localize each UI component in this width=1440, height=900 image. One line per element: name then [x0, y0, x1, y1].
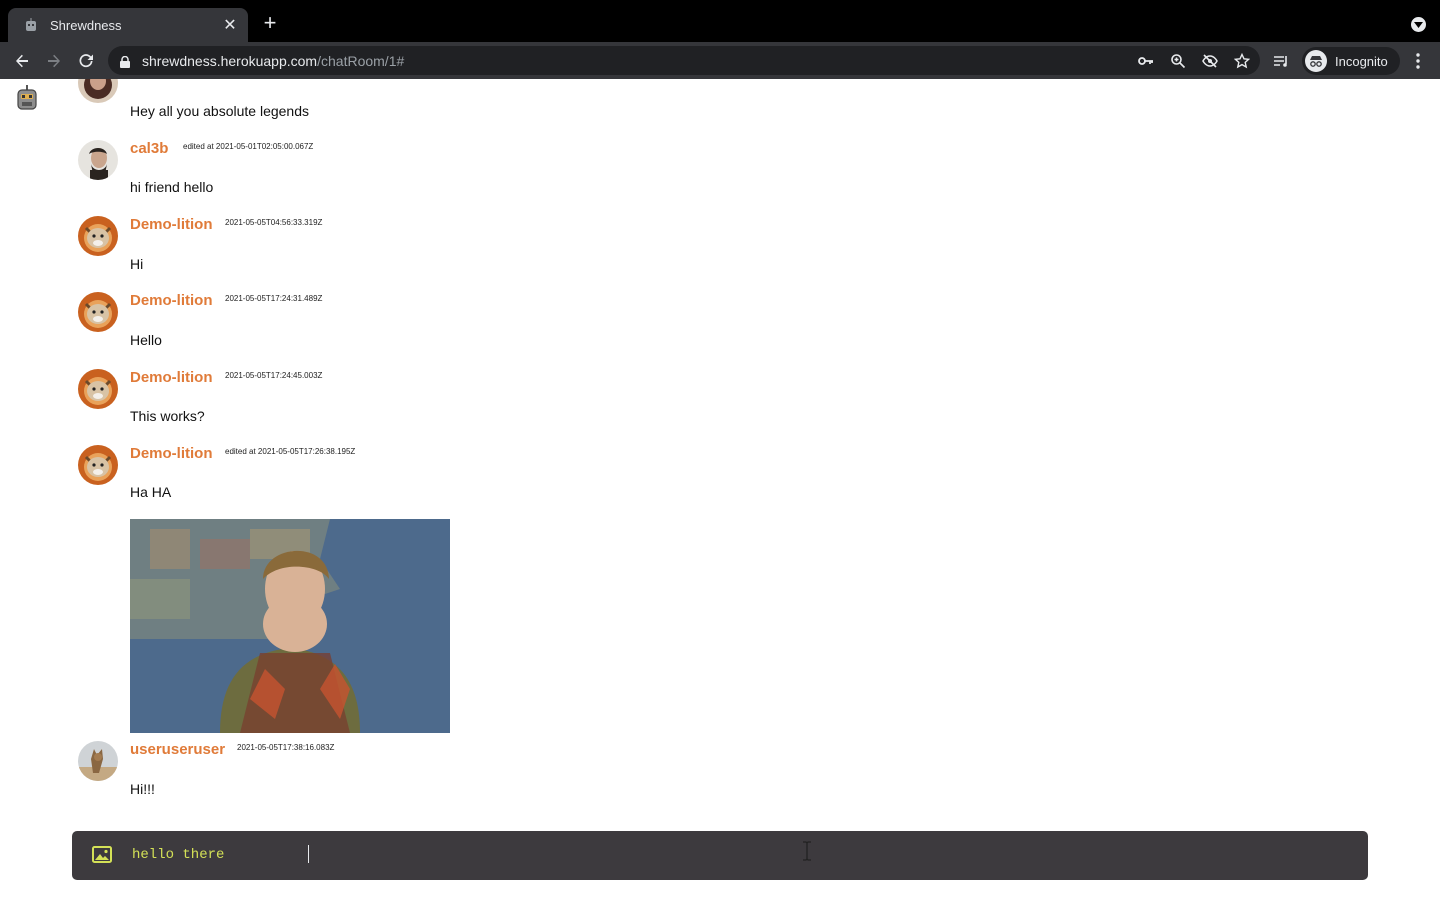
chat-page: Hey all you absolute legends cal3b edite… — [0, 79, 1440, 900]
chat-message: Hey all you absolute legends — [78, 79, 878, 123]
eye-off-icon[interactable] — [1202, 53, 1218, 69]
text-caret — [308, 845, 309, 863]
image-upload-icon[interactable] — [92, 846, 112, 863]
username[interactable]: Demo-lition — [130, 445, 213, 462]
message-gif-image — [130, 519, 450, 733]
message-text: Hello — [130, 332, 162, 348]
chat-message: cal3b edited at 2021-05-01T02:05:00.067Z… — [78, 140, 878, 200]
username[interactable]: Demo-lition — [130, 216, 213, 233]
user-avatar[interactable] — [78, 292, 118, 332]
chat-message: Demo-lition edited at 2021-05-05T17:26:3… — [78, 445, 878, 505]
message-input[interactable] — [132, 844, 1332, 866]
incognito-badge[interactable]: Incognito — [1302, 47, 1400, 75]
username[interactable]: useruseruser — [130, 741, 225, 758]
key-icon[interactable] — [1138, 53, 1154, 69]
message-timestamp: 2021-05-05T17:38:16.083Z — [237, 743, 335, 752]
message-text: Hi — [130, 256, 144, 272]
username[interactable]: Demo-lition — [130, 292, 213, 309]
url-path: /chatRoom/1# — [317, 52, 405, 69]
user-avatar[interactable] — [78, 741, 118, 781]
browser-tab[interactable]: Shrewdness ✕ — [8, 8, 248, 42]
tab-close-icon[interactable]: ✕ — [222, 15, 238, 35]
user-avatar[interactable] — [78, 445, 118, 485]
browser-toolbar: shrewdness.herokuapp.com/chatRoom/1# Inc… — [0, 42, 1440, 79]
tab-search-icon[interactable] — [1411, 17, 1426, 32]
user-avatar[interactable] — [78, 369, 118, 409]
username[interactable]: Demo-lition — [130, 369, 213, 386]
robot-logo-icon[interactable] — [16, 85, 38, 111]
message-composer — [72, 831, 1368, 880]
message-text: Hey all you absolute legends — [130, 103, 310, 119]
reload-icon[interactable] — [75, 50, 97, 72]
message-timestamp: 2021-05-05T17:24:31.489Z — [225, 294, 323, 303]
forward-icon[interactable] — [43, 50, 65, 72]
incognito-label: Incognito — [1335, 53, 1388, 69]
user-avatar[interactable] — [78, 79, 118, 103]
chat-message: Demo-lition 2021-05-05T17:24:45.003Z Thi… — [78, 369, 878, 429]
user-avatar[interactable] — [78, 140, 118, 180]
robot-favicon-icon — [24, 18, 38, 32]
browser-tab-bar: Shrewdness ✕ + — [0, 0, 1440, 42]
tab-title: Shrewdness — [50, 17, 122, 33]
new-tab-button[interactable]: + — [258, 12, 282, 36]
back-icon[interactable] — [11, 50, 33, 72]
message-timestamp: edited at 2021-05-01T02:05:00.067Z — [183, 142, 314, 151]
zoom-icon[interactable] — [1170, 53, 1186, 69]
message-text: This works? — [130, 408, 205, 424]
user-avatar[interactable] — [78, 216, 118, 256]
chat-message: Demo-lition 2021-05-05T04:56:33.319Z Hi — [78, 216, 878, 276]
url-text: shrewdness.herokuapp.com/chatRoom/1# — [142, 53, 404, 69]
message-text: Hi!!! — [130, 781, 155, 797]
lock-icon — [120, 55, 130, 68]
address-bar[interactable]: shrewdness.herokuapp.com/chatRoom/1# — [108, 46, 1260, 75]
username[interactable]: cal3b — [130, 140, 168, 157]
ibeam-cursor-icon — [801, 841, 813, 861]
star-icon[interactable] — [1233, 52, 1251, 69]
url-host: shrewdness.herokuapp.com — [142, 52, 318, 69]
menu-icon[interactable] — [1410, 51, 1426, 71]
chat-message: useruseruser 2021-05-05T17:38:16.083Z Hi… — [78, 741, 878, 801]
message-timestamp: 2021-05-05T04:56:33.319Z — [225, 218, 323, 227]
message-text: Ha HA — [130, 484, 172, 500]
media-queue-icon[interactable] — [1270, 50, 1292, 72]
incognito-icon — [1305, 50, 1327, 72]
message-timestamp: 2021-05-05T17:24:45.003Z — [225, 371, 323, 380]
message-timestamp: edited at 2021-05-05T17:26:38.195Z — [225, 447, 356, 456]
message-text: hi friend hello — [130, 179, 214, 195]
chat-message: Demo-lition 2021-05-05T17:24:31.489Z Hel… — [78, 292, 878, 352]
